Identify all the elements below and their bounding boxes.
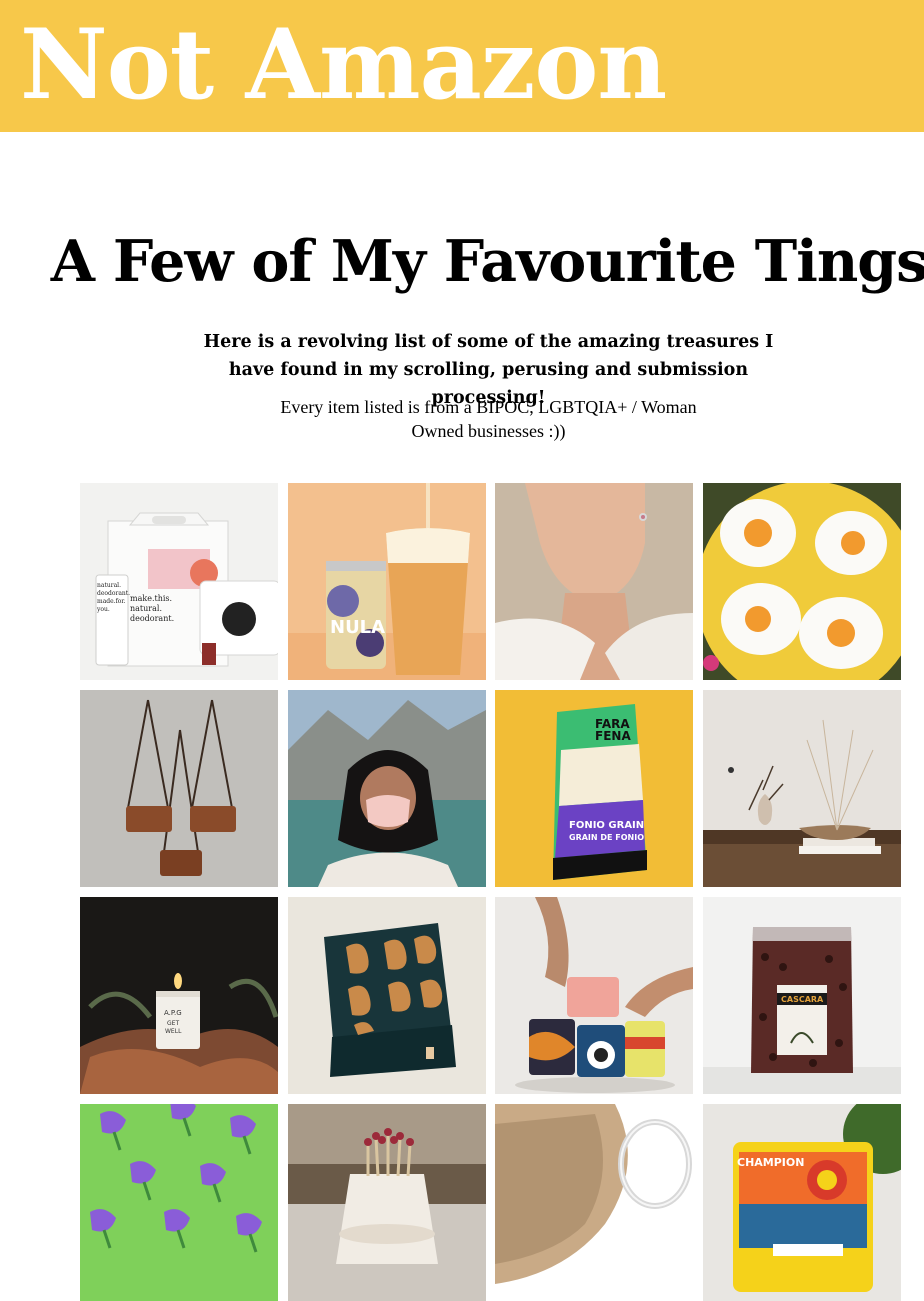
- product-image: [495, 483, 693, 680]
- product-text: NULA: [330, 617, 385, 638]
- product-text: deodorant.: [97, 590, 130, 597]
- product-tile-match-holder[interactable]: [288, 1104, 486, 1301]
- product-tile-cascara-tea[interactable]: CASCARA: [703, 897, 901, 1094]
- product-tile-ceramic-vases[interactable]: [703, 690, 901, 887]
- product-text: FENA: [595, 729, 631, 743]
- product-text: natural.: [130, 604, 162, 613]
- product-text: natural.: [97, 582, 121, 589]
- product-image: CASCARA: [703, 897, 901, 1094]
- product-image: [80, 690, 278, 887]
- product-tile-earrings-portrait[interactable]: [495, 483, 693, 680]
- product-tile-nula-beer[interactable]: NULA: [288, 483, 486, 680]
- product-tile-fur-hoop-earring[interactable]: [495, 1104, 693, 1301]
- product-text: made.for.: [97, 598, 126, 605]
- site-logo-link[interactable]: Not Amazon: [20, 10, 667, 120]
- product-text: CASCARA: [781, 995, 824, 1004]
- product-text: make.this.: [130, 594, 172, 603]
- product-image: [288, 1104, 486, 1301]
- product-tile-gift-box[interactable]: [288, 897, 486, 1094]
- product-image: [495, 897, 693, 1094]
- product-tile-deodorant[interactable]: natural. deodorant. made.for. you. make.…: [80, 483, 278, 680]
- product-image: A.P.G GET WELL: [80, 897, 278, 1094]
- product-tile-face-mask[interactable]: [288, 690, 486, 887]
- product-image: natural. deodorant. made.for. you. make.…: [80, 483, 278, 680]
- product-tile-lilac-stickers[interactable]: [80, 1104, 278, 1301]
- product-text: GRAIN DE FONIO: [569, 833, 644, 842]
- product-image: [288, 690, 486, 887]
- page-title: A Few of My Favourite Tings: [50, 228, 924, 295]
- product-image: FARA FENA FONIO GRAIN GRAIN DE FONIO: [495, 690, 693, 887]
- product-tile-leather-crossbody-bags[interactable]: [80, 690, 278, 887]
- product-text: CHAMPION: [737, 1156, 804, 1169]
- product-image: CHAMPION: [703, 1104, 901, 1301]
- product-text: GET: [167, 1020, 179, 1027]
- product-image: NULA: [288, 483, 486, 680]
- product-tile-fonio-grain[interactable]: FARA FENA FONIO GRAIN GRAIN DE FONIO: [495, 690, 693, 887]
- product-text: deodorant.: [130, 614, 174, 623]
- product-tile-racing-game[interactable]: CHAMPION: [703, 1104, 901, 1301]
- product-text: FONIO GRAIN: [569, 820, 644, 831]
- product-tile-soap-bars[interactable]: [495, 897, 693, 1094]
- product-image: [703, 483, 901, 680]
- product-tile-candle[interactable]: A.P.G GET WELL: [80, 897, 278, 1094]
- product-tile-egg-rugs[interactable]: [703, 483, 901, 680]
- product-image: [495, 1104, 693, 1301]
- product-text: WELL: [165, 1028, 182, 1035]
- site-header: Not Amazon: [0, 0, 924, 132]
- product-image: [80, 1104, 278, 1301]
- product-text: you.: [96, 606, 110, 613]
- product-image: [703, 690, 901, 887]
- product-text: A.P.G: [164, 1009, 182, 1017]
- subintro-text: Every item listed is from a BIPOC, LGBTQ…: [280, 397, 697, 441]
- product-image: [288, 897, 486, 1094]
